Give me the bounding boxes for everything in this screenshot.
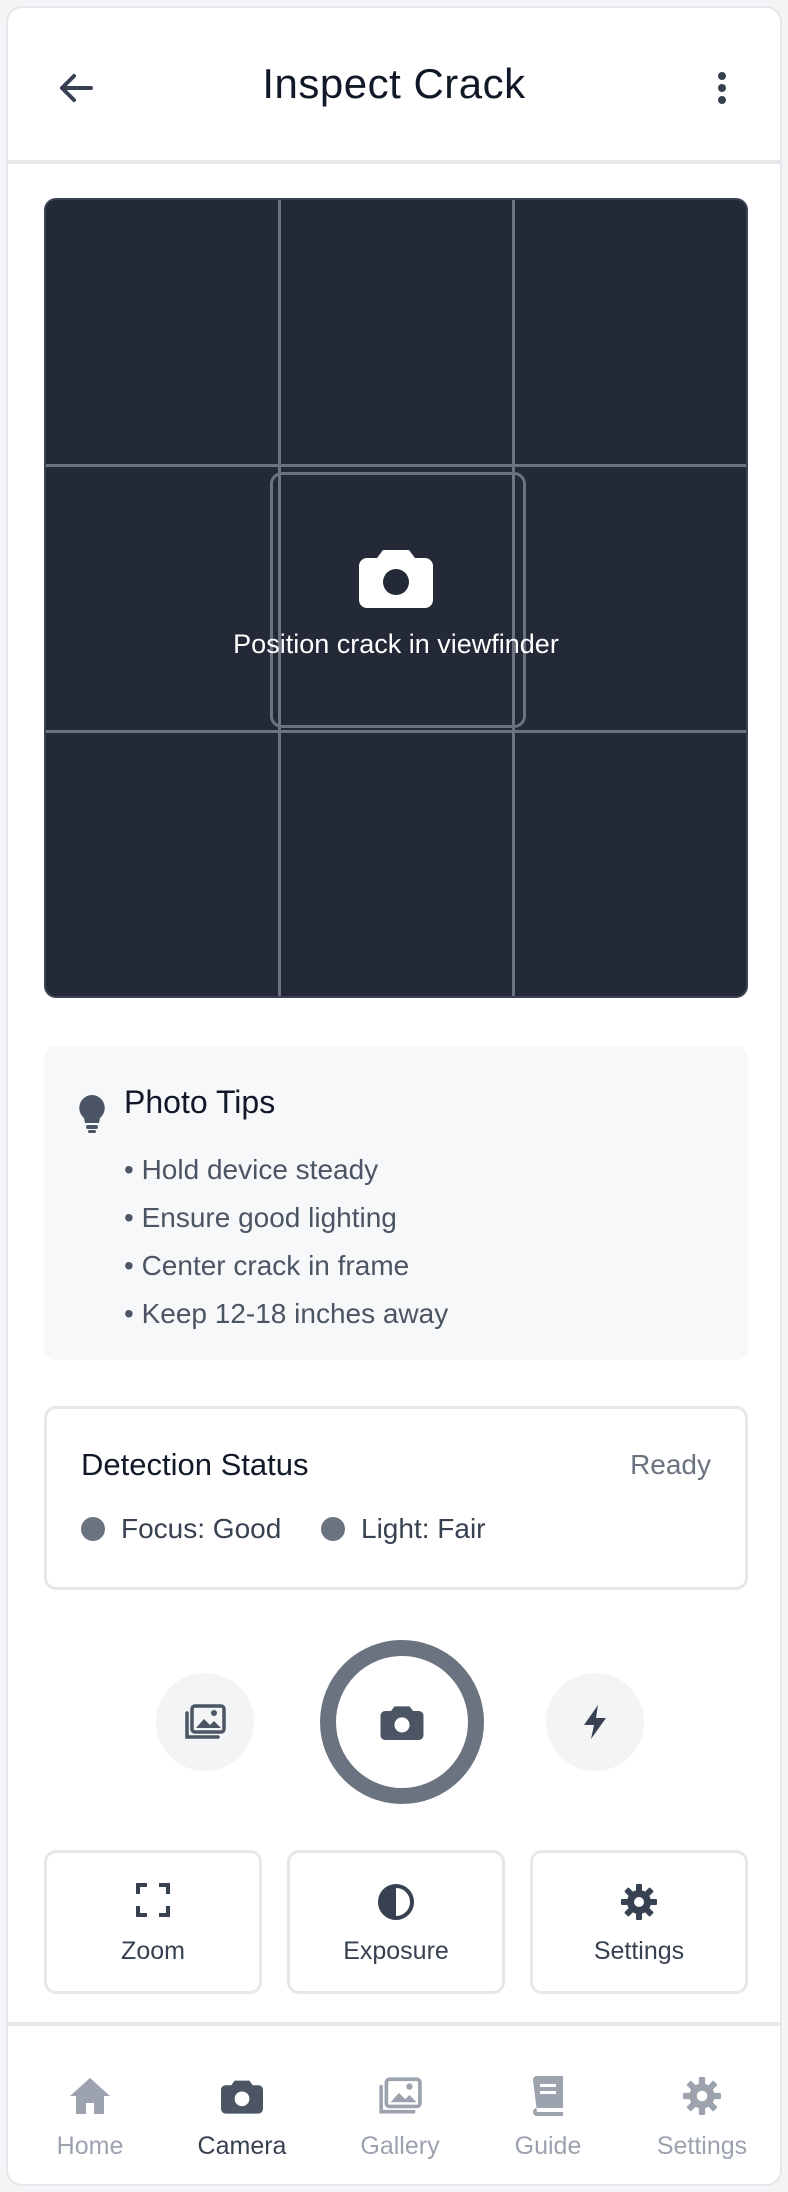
grid-line xyxy=(46,730,746,733)
focus-status-dot xyxy=(81,1517,105,1541)
more-vertical-icon xyxy=(718,72,726,104)
camera-icon xyxy=(380,1706,424,1740)
book-icon xyxy=(533,2076,563,2116)
nav-item-settings[interactable]: Settings xyxy=(632,2074,772,2161)
nav-label-camera: Camera xyxy=(197,2132,287,2160)
nav-item-guide[interactable]: Guide xyxy=(478,2074,618,2161)
tip-item: • Keep 12-18 inches away xyxy=(124,1298,449,1329)
light-indicator: Light: Fair xyxy=(321,1513,486,1545)
nav-item-gallery[interactable]: Gallery xyxy=(330,2074,470,2161)
camera-viewfinder[interactable]: Position crack in viewfinder xyxy=(44,198,748,998)
camera-icon xyxy=(359,550,433,608)
detection-status-card: Detection Status Ready Focus: Good Light… xyxy=(44,1406,748,1590)
contrast-icon xyxy=(378,1884,414,1920)
tip-item: • Center crack in frame xyxy=(124,1250,410,1281)
exposure-label: Exposure xyxy=(343,1937,449,1965)
camera-icon xyxy=(221,2080,263,2114)
nav-label-gallery: Gallery xyxy=(360,2132,440,2160)
settings-label: Settings xyxy=(593,1937,685,1965)
shutter-button[interactable] xyxy=(320,1640,484,1804)
zoom-button[interactable]: Zoom xyxy=(44,1850,262,1994)
settings-button[interactable]: Settings xyxy=(530,1850,748,1994)
lightbulb-icon xyxy=(79,1095,105,1133)
gear-icon xyxy=(621,1884,657,1920)
nav-label-guide: Guide xyxy=(514,2132,582,2160)
nav-item-home[interactable]: Home xyxy=(20,2074,160,2161)
page-title: Inspect Crack xyxy=(262,60,526,107)
viewfinder-hint: Position crack in viewfinder xyxy=(46,546,746,660)
nav-item-camera[interactable]: Camera xyxy=(172,2074,312,2161)
tip-item: • Ensure good lighting xyxy=(124,1202,397,1233)
photo-tips-card: Photo Tips • Hold device steady • Ensure… xyxy=(44,1046,748,1360)
bottom-nav: Home Camera Gallery Guide Settings xyxy=(8,2022,780,2184)
zoom-label: Zoom xyxy=(121,1937,185,1965)
more-options-button[interactable] xyxy=(704,66,740,110)
images-icon xyxy=(185,1704,226,1739)
home-icon xyxy=(70,2078,110,2114)
flash-button[interactable] xyxy=(546,1673,644,1771)
app-screen: Inspect Crack Position crack in viewfind… xyxy=(6,6,782,2186)
gear-icon xyxy=(683,2077,721,2115)
light-status-text: Light: Fair xyxy=(361,1513,486,1544)
detection-status-title: Detection Status xyxy=(81,1447,309,1482)
app-header: Inspect Crack xyxy=(8,8,780,164)
status-badge: Ready xyxy=(630,1449,711,1480)
expand-icon xyxy=(136,1883,170,1917)
focus-indicator: Focus: Good xyxy=(81,1513,281,1545)
light-status-dot xyxy=(321,1517,345,1541)
gallery-button[interactable] xyxy=(156,1673,254,1771)
tips-list: • Hold device steady • Ensure good light… xyxy=(124,1146,448,1338)
tips-title: Photo Tips xyxy=(124,1084,276,1120)
images-icon xyxy=(379,2077,422,2114)
exposure-button[interactable]: Exposure xyxy=(287,1850,505,1994)
grid-line xyxy=(46,464,746,467)
tip-item: • Hold device steady xyxy=(124,1154,379,1185)
nav-label-home: Home xyxy=(56,2132,124,2160)
viewfinder-hint-text: Position crack in viewfinder xyxy=(233,629,559,659)
focus-status-text: Focus: Good xyxy=(121,1513,282,1544)
nav-label-settings: Settings xyxy=(656,2132,748,2160)
bolt-icon xyxy=(584,1705,606,1739)
